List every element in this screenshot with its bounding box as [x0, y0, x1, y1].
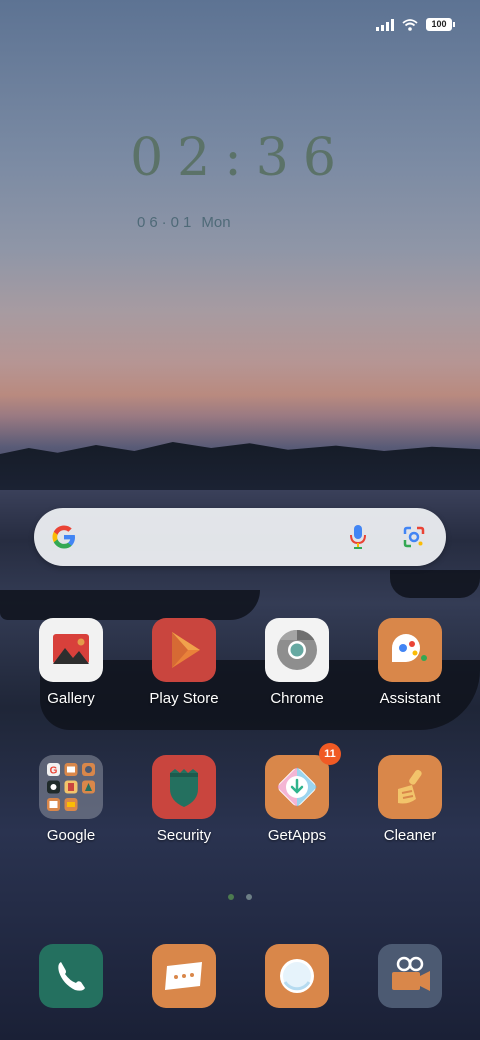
app-label: Google [46, 827, 96, 844]
app-label: Security [156, 827, 212, 844]
gallery-icon [39, 618, 103, 682]
app-label: GetApps [267, 827, 327, 844]
app-security[interactable]: Security [134, 755, 234, 844]
page-dot[interactable] [246, 894, 252, 900]
boat-silhouette [390, 570, 480, 598]
app-label: Chrome [270, 690, 324, 707]
clock-time[interactable]: 02:36 [0, 128, 480, 188]
security-icon [152, 755, 216, 819]
cleaner-icon [378, 755, 442, 819]
notification-badge: 11 [319, 743, 341, 765]
svg-text:G: G [50, 766, 58, 777]
dock-camera[interactable] [378, 944, 442, 1008]
chrome-icon [265, 618, 329, 682]
phone-icon [58, 962, 85, 991]
app-label: Cleaner [383, 827, 437, 844]
app-getapps[interactable]: 11 GetApps [247, 743, 347, 844]
google-logo-icon [52, 525, 75, 549]
status-bar: 100 [376, 18, 455, 31]
dock-phone[interactable] [39, 944, 103, 1008]
app-label: Assistant [379, 690, 441, 707]
wifi-icon [402, 18, 418, 31]
weekday-text: Mon [201, 214, 231, 231]
google-lens-icon[interactable] [402, 525, 426, 549]
app-folder-google[interactable]: G Google [21, 755, 121, 844]
app-play-store[interactable]: Play Store [134, 618, 234, 707]
dock-browser[interactable] [265, 944, 329, 1008]
google-search-bar[interactable] [34, 508, 446, 566]
app-assistant[interactable]: Assistant [360, 618, 460, 707]
google-folder-icon: G [39, 755, 103, 819]
browser-icon [280, 959, 314, 993]
signal-icon [376, 18, 394, 31]
page-dot-active[interactable] [228, 894, 234, 900]
messages-icon [165, 962, 202, 990]
clock-date[interactable]: 06·01 Mon [137, 214, 231, 231]
app-gallery[interactable]: Gallery [21, 618, 121, 707]
page-indicator[interactable] [228, 894, 252, 900]
app-label: Play Store [149, 690, 219, 707]
getapps-icon [265, 755, 329, 819]
play-store-icon [152, 618, 216, 682]
app-chrome[interactable]: Chrome [247, 618, 347, 707]
app-cleaner[interactable]: Cleaner [360, 755, 460, 844]
dock-messages[interactable] [152, 944, 216, 1008]
boat-silhouette [0, 590, 260, 620]
assistant-icon [378, 618, 442, 682]
app-label: Gallery [47, 690, 95, 707]
camera-icon [392, 956, 430, 991]
microphone-icon[interactable] [350, 524, 366, 550]
date-text: 06·01 [137, 214, 196, 231]
battery-icon: 100 [426, 18, 455, 31]
